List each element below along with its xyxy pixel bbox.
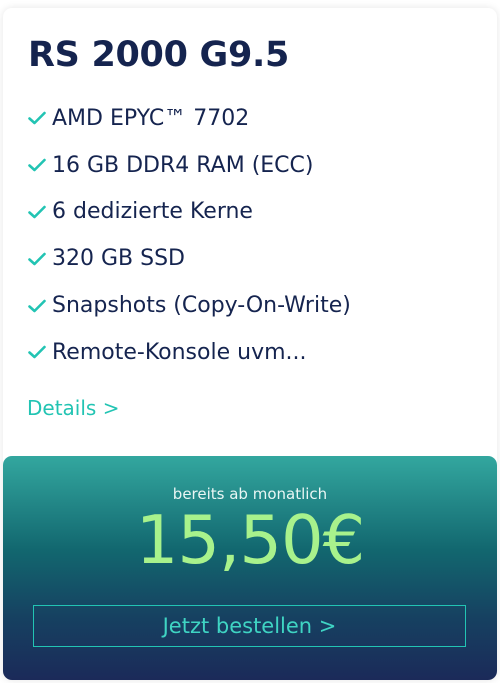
feature-label: 16 GB DDR4 RAM (ECC) — [52, 152, 314, 178]
price-panel: bereits ab monatlich 15,50€ Jetzt bestel… — [3, 456, 497, 680]
feature-list: AMD EPYC™ 7702 16 GB DDR4 RAM (ECC) 6 de… — [28, 95, 351, 376]
product-card: RS 2000 G9.5 AMD EPYC™ 7702 16 GB DDR4 R… — [3, 8, 497, 680]
price-value: 15,50€ — [135, 501, 365, 579]
details-link[interactable]: Details > — [27, 396, 119, 420]
check-icon — [28, 252, 46, 266]
feature-item: AMD EPYC™ 7702 — [28, 95, 351, 142]
order-button[interactable]: Jetzt bestellen > — [33, 605, 466, 647]
feature-label: 6 dedizierte Kerne — [52, 199, 253, 225]
check-icon — [28, 346, 46, 359]
feature-label: 320 GB SSD — [52, 246, 185, 272]
feature-label: AMD EPYC™ 7702 — [52, 105, 250, 131]
check-icon — [28, 158, 46, 172]
product-title: RS 2000 G9.5 — [28, 35, 290, 75]
feature-item: Remote-Konsole uvm... — [28, 329, 351, 376]
check-icon — [28, 299, 46, 312]
feature-item: Snapshots (Copy-On-Write) — [28, 282, 351, 329]
feature-label: Snapshots (Copy-On-Write) — [52, 293, 351, 319]
check-icon — [28, 205, 46, 219]
feature-label: Remote-Konsole uvm... — [52, 339, 307, 365]
feature-item: 320 GB SSD — [28, 235, 351, 282]
feature-item: 6 dedizierte Kerne — [28, 189, 351, 236]
check-icon — [28, 112, 46, 125]
feature-item: 16 GB DDR4 RAM (ECC) — [28, 142, 351, 189]
